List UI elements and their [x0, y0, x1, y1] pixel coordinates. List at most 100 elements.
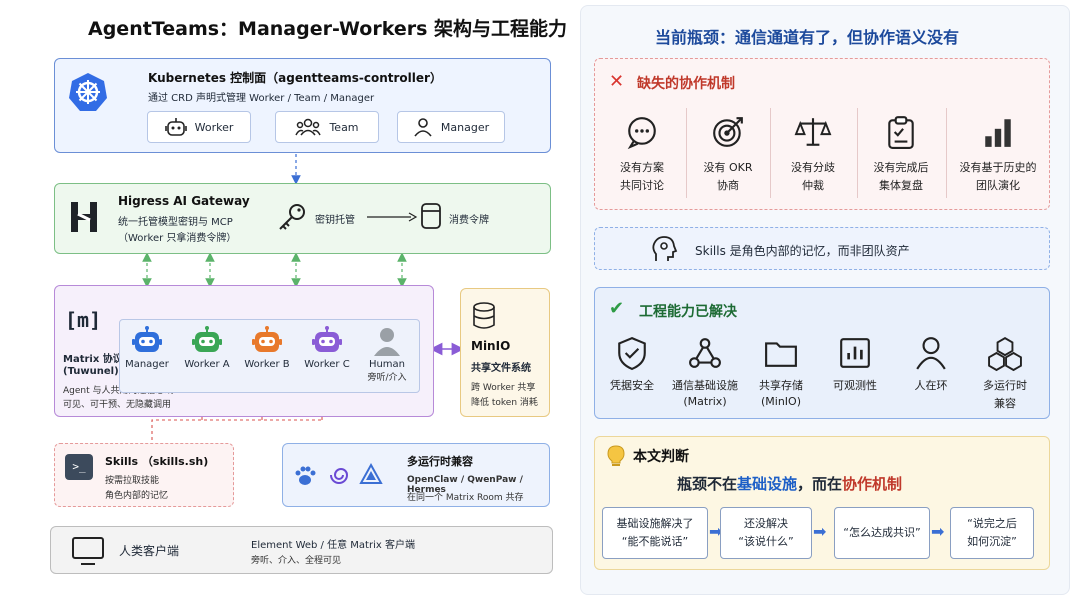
key-label: 密钥托管: [315, 215, 355, 226]
check-icon: ✔: [609, 298, 625, 319]
minio-title: MinIO: [471, 339, 511, 353]
missing-label-2: 团队演化: [976, 179, 1020, 192]
solved-item: 多运行时 兼容: [960, 336, 1050, 411]
storage-icon: [473, 302, 495, 329]
gateway-desc-1: 统一托管模型密钥与 MCP: [118, 217, 233, 228]
skills-desc-1: 按需拉取技能: [105, 476, 160, 486]
agent-label: Worker A: [184, 359, 230, 370]
bar-chart-icon: [985, 119, 1011, 147]
skills-panel: >_ Skills （skills.sh) 按需拉取技能 角色内部的记忆: [54, 443, 234, 507]
missing-item: 没有 OKR 协商: [683, 115, 773, 193]
close-x-icon: ✕: [609, 71, 625, 92]
flow-step-line-1: 基础设施解决了: [616, 517, 694, 531]
clipboard-icon: [888, 116, 914, 149]
shield-icon: [618, 336, 646, 371]
matrix-logo: [m]: [65, 308, 102, 332]
missing-label-2: 协商: [717, 179, 739, 192]
judgement-title: 本文判断: [633, 449, 689, 465]
flow-arrow-icon: ➡: [813, 522, 827, 541]
arrow-right-icon: [367, 212, 418, 222]
robot-avatar-icon: [252, 326, 282, 352]
chat-icon: [627, 117, 656, 150]
runtime-desc-2: 在同一个 Matrix Room 共存: [407, 493, 524, 503]
target-icon: [713, 117, 743, 147]
missing-label-1: 没有分歧: [791, 161, 835, 174]
missing-label-1: 没有完成后: [873, 161, 929, 174]
lightbulb-icon: [607, 445, 625, 466]
solved-title: 工程能力已解决: [639, 304, 737, 320]
flow-arrow-icon: ➡: [931, 522, 945, 541]
missing-item: 没有完成后 集体复盘: [856, 115, 946, 193]
client-desc-1: Element Web / 任意 Matrix 客户端: [251, 540, 415, 551]
agent-label: Worker B: [244, 359, 290, 370]
robot-avatar-icon: [132, 326, 162, 352]
right-title: 当前瓶颈：通信通道有了，但协作语义没有: [655, 28, 960, 47]
flow-step: 基础设施解决了 “能不能说话”: [602, 507, 708, 559]
runtime-panel: 多运行时兼容 OpenClaw / QwenPaw / Hermes 在同一个 …: [282, 443, 550, 507]
flow-step-line-2: 如何沉淀”: [967, 535, 1017, 548]
agent-human: Human 旁听/介入: [362, 326, 412, 383]
headline-part-a: 瓶颈不在: [677, 475, 738, 493]
flow-step-line-1: 还没解决: [744, 517, 788, 531]
client-title: 人类客户端: [119, 544, 180, 558]
missing-item: 没有分歧 仲裁: [768, 115, 858, 193]
flow-step-line-1: “说完之后: [967, 517, 1017, 531]
flow-step: “怎么达成共识”: [834, 507, 930, 559]
key-icon: [279, 204, 305, 230]
gateway-panel: Higress AI Gateway 统一托管模型密钥与 MCP （Worker…: [54, 183, 551, 254]
skills-note-panel: Skills 是角色内部的记忆，而非团队资产: [594, 227, 1050, 270]
person-icon: [916, 337, 946, 370]
judgement-headline: 瓶颈不在基础设施，而在协作机制: [677, 473, 902, 494]
missing-label-2: 集体复盘: [879, 179, 923, 192]
flow-step-line-1: “怎么达成共识”: [843, 526, 921, 540]
flow-step: 还没解决 “该说什么”: [720, 507, 812, 559]
agent-label: Worker C: [304, 359, 350, 370]
robot-avatar-icon: [192, 326, 222, 352]
client-panel: 人类客户端 Element Web / 任意 Matrix 客户端 旁听、介入、…: [50, 526, 553, 574]
scale-icon: [794, 118, 832, 146]
matrix-name-2: (Tuwunel): [63, 366, 119, 377]
solved-label-2: 兼容: [994, 397, 1016, 410]
headline-part-c: ，而在: [797, 475, 843, 493]
network-icon: [689, 338, 721, 368]
matrix-name-1: Matrix 协议: [63, 354, 123, 365]
token-label: 消费令牌: [449, 215, 489, 226]
spiral-icon: [330, 468, 349, 484]
paw-icon: [295, 466, 316, 485]
divider: [686, 108, 687, 198]
chart-icon: [840, 338, 870, 368]
flow-step-line-2: “该说什么”: [738, 535, 794, 548]
monitor-icon: [72, 537, 104, 565]
divider: [770, 108, 771, 198]
minio-panel: MinIO 共享文件系统 跨 Worker 共享 降低 token 消耗: [460, 288, 550, 417]
minio-sub: 共享文件系统: [471, 363, 531, 374]
runtime-title: 多运行时兼容: [407, 455, 473, 468]
skills-desc-2: 角色内部的记忆: [105, 491, 169, 501]
divider: [857, 108, 858, 198]
human-label: Human: [368, 359, 406, 370]
divider: [946, 108, 947, 198]
missing-label-2: 仲裁: [802, 179, 824, 192]
flow-step: “说完之后如何沉淀”: [950, 507, 1034, 559]
gateway-title: Higress AI Gateway: [118, 194, 250, 208]
minio-desc-2: 降低 token 消耗: [471, 398, 538, 408]
folder-icon: [765, 342, 797, 367]
missing-item: 没有基于历史的 团队演化: [953, 115, 1043, 193]
database-icon: [421, 203, 441, 229]
missing-item: 没有方案 共同讨论: [597, 115, 687, 193]
missing-label-1: 没有方案: [620, 161, 664, 174]
missing-label-2: 共同讨论: [620, 179, 664, 192]
robot-avatar-icon: [312, 326, 342, 352]
solved-label-2: (MinIO): [760, 395, 801, 408]
agent-manager: Manager: [120, 326, 174, 370]
cubes-icon: [988, 337, 1022, 372]
matrix-desc-2: 可见、可干预、无隐藏调用: [63, 400, 172, 410]
agent-worker-c: Worker C: [300, 326, 354, 370]
missing-label-1: 没有 OKR: [703, 161, 753, 174]
terminal-icon: >_: [65, 454, 93, 480]
skills-note-text: Skills 是角色内部的记忆，而非团队资产: [695, 244, 910, 258]
agent-worker-a: Worker A: [180, 326, 234, 370]
headline-part-b: 基础设施: [737, 475, 798, 493]
missing-title: 缺失的协作机制: [637, 76, 735, 92]
hermes-icon: [359, 462, 383, 484]
